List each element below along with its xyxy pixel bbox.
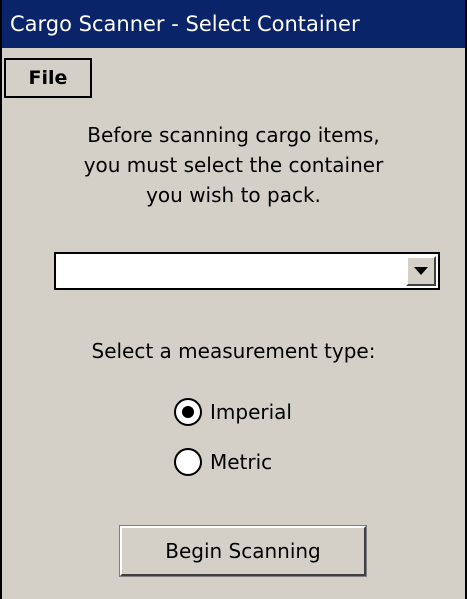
window-title: Cargo Scanner - Select Container — [2, 0, 465, 48]
radio-imperial[interactable]: Imperial — [174, 397, 292, 427]
container-select-value — [62, 254, 402, 288]
menu-bar: File — [2, 48, 465, 104]
instructions-line-2: you must select the container — [83, 153, 384, 177]
instructions-line-1: Before scanning cargo items, — [87, 123, 380, 147]
instructions-line-3: you wish to pack. — [146, 183, 321, 207]
dropdown-button[interactable] — [406, 256, 436, 286]
chevron-down-icon — [414, 267, 428, 275]
begin-scanning-button[interactable]: Begin Scanning — [119, 525, 367, 577]
app-window: Cargo Scanner - Select Container File Be… — [0, 0, 467, 599]
radio-selected-dot — [182, 406, 194, 418]
instructions-text: Before scanning cargo items, you must se… — [2, 120, 465, 210]
container-select[interactable] — [54, 252, 440, 290]
measurement-type-label: Select a measurement type: — [91, 339, 376, 363]
radio-metric[interactable]: Metric — [174, 447, 272, 477]
file-menu[interactable]: File — [4, 58, 92, 98]
radio-metric-label[interactable]: Metric — [210, 450, 272, 474]
radio-imperial-label[interactable]: Imperial — [210, 400, 292, 424]
radio-metric-circle[interactable] — [174, 448, 202, 476]
radio-imperial-circle[interactable] — [174, 398, 202, 426]
